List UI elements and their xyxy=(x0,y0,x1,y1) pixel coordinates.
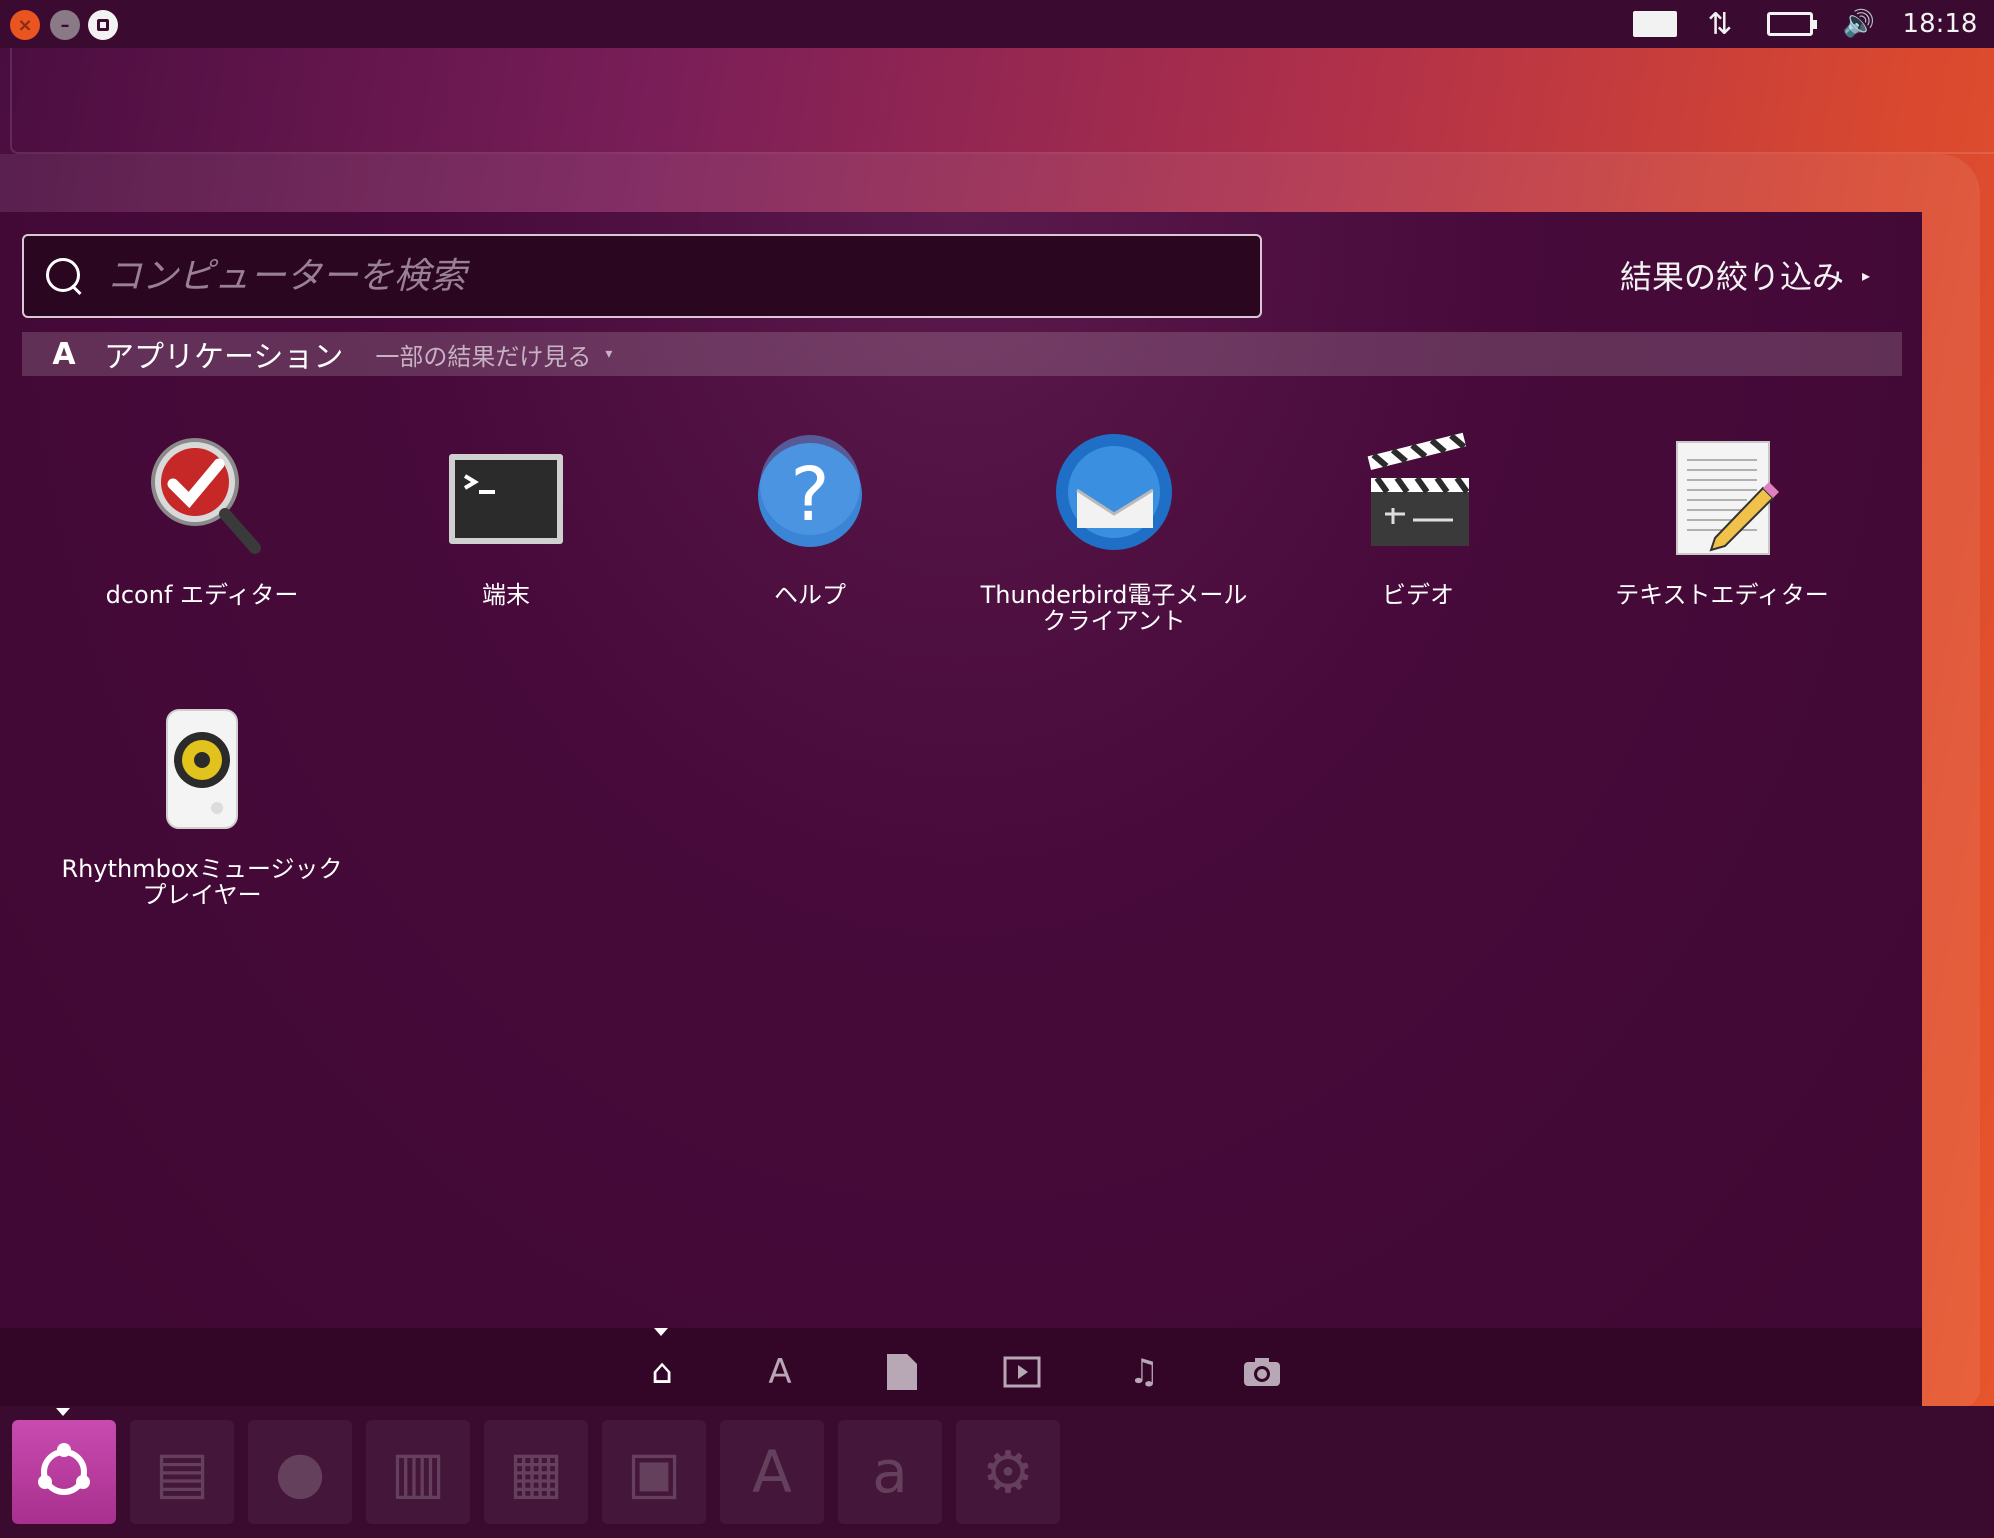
category-title: アプリケーション xyxy=(104,340,344,375)
help-icon: ? xyxy=(745,430,875,560)
app-tile-rhythmbox[interactable]: Rhythmboxミュージック プレイヤー xyxy=(52,694,352,934)
top-panel: × – ⇅ 🔊 18:18 xyxy=(0,0,1994,48)
launcher-active-marker xyxy=(56,1408,70,1416)
search-input[interactable] xyxy=(106,255,1260,297)
camera-icon[interactable] xyxy=(1240,1350,1284,1394)
app-label: ヘルプ xyxy=(774,581,846,609)
firefox-icon[interactable]: ● xyxy=(248,1420,352,1524)
clock[interactable]: 18:18 xyxy=(1900,8,1980,40)
file-icon[interactable] xyxy=(880,1350,924,1394)
app-label: Thunderbird電子メール クライアント xyxy=(980,581,1248,635)
video-clapper-icon xyxy=(1353,430,1483,560)
search-box[interactable] xyxy=(22,234,1262,318)
active-scope-marker xyxy=(654,1328,668,1336)
app-label: 端末 xyxy=(482,581,530,609)
maximize-icon[interactable] xyxy=(88,10,118,40)
category-show-fewer[interactable]: 一部の結果だけ見る xyxy=(375,337,591,372)
text-editor-icon xyxy=(1657,430,1787,560)
applications-icon[interactable]: A xyxy=(758,1350,802,1394)
app-tile-text-editor[interactable]: テキストエディター xyxy=(1572,420,1872,660)
svg-text:?: ? xyxy=(790,452,829,538)
app-tile-video[interactable]: ビデオ xyxy=(1268,420,1568,660)
video-icon[interactable] xyxy=(1000,1350,1044,1394)
minimize-icon[interactable]: – xyxy=(50,10,80,40)
app-label: ビデオ xyxy=(1382,581,1454,609)
dconf-icon xyxy=(137,430,267,560)
chevron-right-icon: ▸ xyxy=(1862,265,1871,285)
amazon-icon[interactable]: a xyxy=(838,1420,942,1524)
app-tile-help[interactable]: ? ヘルプ xyxy=(660,420,960,660)
applications-icon: A xyxy=(52,336,76,372)
app-tile-thunderbird[interactable]: Thunderbird電子メール クライアント xyxy=(964,420,1264,660)
music-icon[interactable]: ♫ xyxy=(1122,1350,1166,1394)
app-tile-terminal[interactable]: 端末 xyxy=(356,420,656,660)
filter-results-toggle[interactable]: 結果の絞り込み ▸ xyxy=(1620,250,1870,300)
files-icon[interactable]: ▤ xyxy=(130,1420,234,1524)
software-center-icon[interactable]: A xyxy=(720,1420,824,1524)
network-updown-icon[interactable]: ⇅ xyxy=(1700,7,1740,42)
keyboard-icon[interactable] xyxy=(1632,8,1678,40)
home-icon[interactable]: ⌂ xyxy=(640,1350,684,1394)
app-label: テキストエディター xyxy=(1615,581,1829,609)
app-label: dconf エディター xyxy=(105,581,299,609)
calc-icon[interactable]: ▦ xyxy=(484,1420,588,1524)
system-settings-icon[interactable]: ⚙ xyxy=(956,1420,1060,1524)
speaker-icon xyxy=(137,704,267,834)
scope-bar xyxy=(0,1328,1922,1406)
volume-icon[interactable]: 🔊 xyxy=(1836,8,1882,40)
close-icon[interactable]: × xyxy=(10,10,40,40)
app-tile-dconf[interactable]: dconf エディター xyxy=(52,420,352,660)
thunderbird-icon xyxy=(1049,430,1179,560)
terminal-icon xyxy=(441,430,571,560)
battery-icon[interactable] xyxy=(1764,8,1817,40)
filter-results-label: 結果の絞り込み xyxy=(1620,258,1845,296)
impress-icon[interactable]: ▣ xyxy=(602,1420,706,1524)
app-label: Rhythmboxミュージック プレイヤー xyxy=(61,855,343,909)
search-icon xyxy=(44,256,84,296)
chevron-down-icon[interactable]: ▾ xyxy=(605,346,612,362)
category-header: A アプリケーション 一部の結果だけ見る ▾ xyxy=(22,332,1902,376)
ubuntu-logo-icon[interactable] xyxy=(12,1420,116,1524)
writer-icon[interactable]: ▥ xyxy=(366,1420,470,1524)
dash-top-strip xyxy=(10,48,1994,154)
